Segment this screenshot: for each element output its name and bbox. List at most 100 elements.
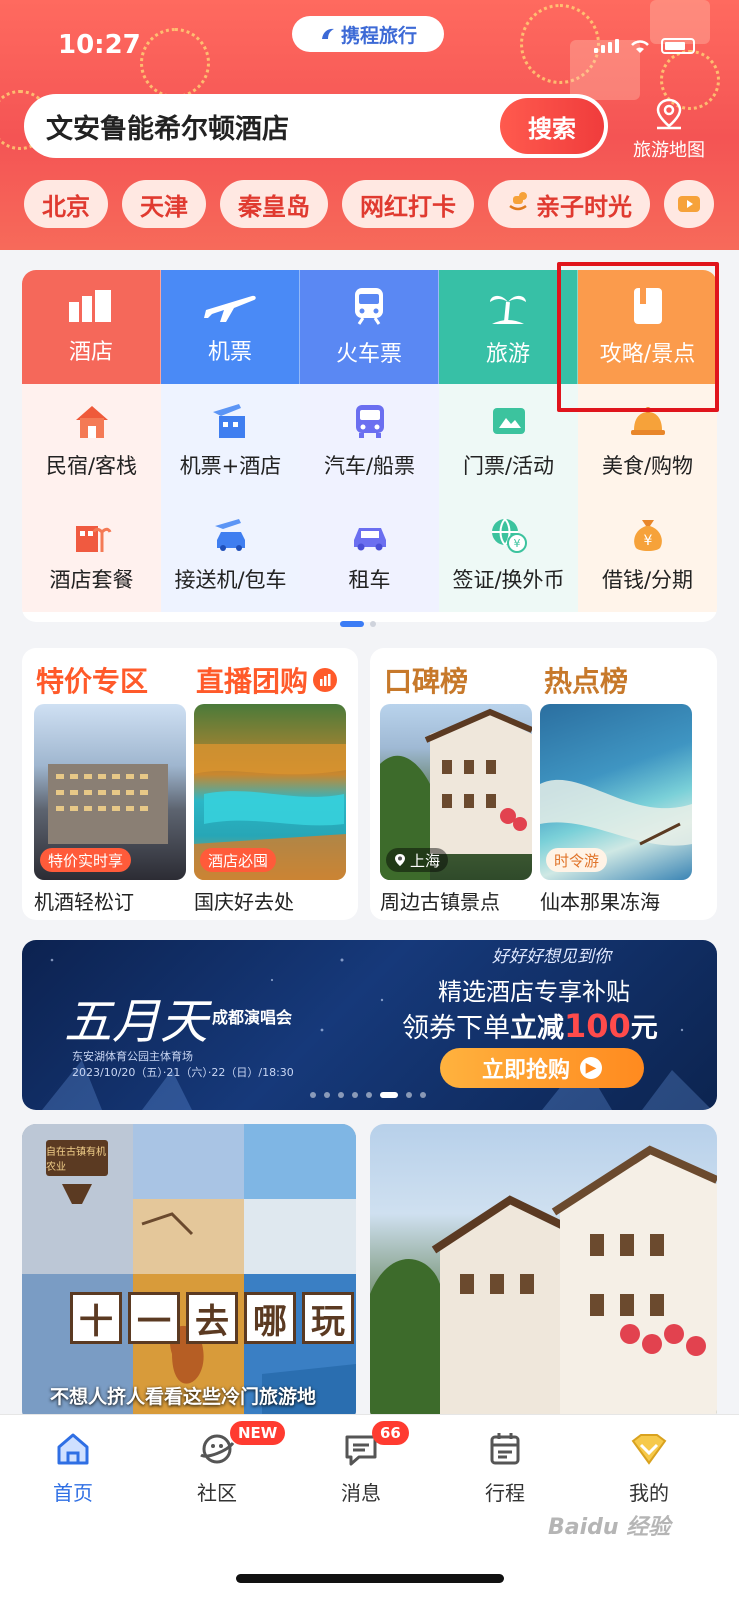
chip-beijing[interactable]: 北京 <box>24 180 108 228</box>
banner-venue-line1: 东安湖体育公园主体育场 <box>72 1050 193 1063</box>
service-car-rental-label: 租车 <box>348 568 391 592</box>
car-icon <box>353 528 386 551</box>
service-flight-label: 机票 <box>207 340 252 365</box>
service-loan[interactable]: ¥ 借钱/分期 <box>578 498 717 612</box>
banner-logo: 五月天 <box>64 994 209 1050</box>
thumb-caption[interactable]: 周边古镇景点 <box>380 886 500 915</box>
promo-title-live[interactable]: 直播团购 <box>196 660 338 700</box>
tab-home[interactable]: 首页 <box>18 1429 128 1506</box>
thumb-caption[interactable]: 国庆好去处 <box>194 886 294 915</box>
thumb-caption[interactable]: 机酒轻松订 <box>34 886 134 915</box>
arrow-right-icon: ▶ <box>580 1057 602 1079</box>
promo-title-deals[interactable]: 特价专区 <box>36 660 148 700</box>
feed-title-char: 去 <box>186 1292 238 1344</box>
banner-script: 好好好想见到你 <box>492 947 611 967</box>
service-bus-ship-label: 汽车/船票 <box>323 454 416 478</box>
tab-itinerary[interactable]: 行程 <box>450 1429 560 1506</box>
service-hotel[interactable]: 酒店 <box>22 270 161 384</box>
thumb-hotel-tower[interactable]: 特价实时享 <box>34 704 186 880</box>
tab-messages-label: 消息 <box>341 1481 381 1505</box>
hotel-icon <box>69 290 111 322</box>
svg-text:¥: ¥ <box>643 533 652 549</box>
banner-line2-a: 领券下单 <box>402 1013 510 1044</box>
baidu-watermark: Baidu 经验 <box>548 1515 671 1540</box>
service-food-shopping-label: 美食/购物 <box>601 454 694 478</box>
diamond-icon <box>631 1434 667 1465</box>
banner-line2-c: 100 <box>564 1007 631 1045</box>
thumb-caption[interactable]: 仙本那果冻海 <box>540 886 660 915</box>
tab-mine[interactable]: 我的 <box>594 1429 704 1506</box>
service-homestay[interactable]: 民宿/客栈 <box>22 384 161 498</box>
highlight-box <box>557 262 719 412</box>
promo-title-reputation[interactable]: 口碑榜 <box>384 660 468 700</box>
banner-line2-b: 立减 <box>510 1013 564 1044</box>
tab-home-label: 首页 <box>53 1481 93 1505</box>
feed-card-left[interactable]: 自在古镇有机农业 十 一 去 哪 玩 不想人挤人看看这些冷门旅游地 <box>22 1124 356 1424</box>
feed-title-char: 哪 <box>244 1292 296 1344</box>
dolphin-icon <box>321 28 334 39</box>
feed-title: 十 一 去 哪 玩 <box>70 1292 354 1344</box>
search-button[interactable]: 搜索 <box>500 98 604 154</box>
thumb-autumn-lake[interactable]: 酒店必囤 <box>194 704 346 880</box>
flight-hotel-icon <box>212 404 245 438</box>
service-hotel-package-label: 酒店套餐 <box>49 568 134 592</box>
chip-tianjin[interactable]: 天津 <box>122 180 206 228</box>
chip-video[interactable] <box>664 180 714 228</box>
search-bar[interactable]: 文安鲁能希尔顿酒店 搜索 <box>24 94 608 158</box>
tab-community[interactable]: 社区 NEW <box>162 1421 286 1506</box>
service-homestay-label: 民宿/客栈 <box>45 454 138 478</box>
banner-buy-label: 立即抢购 <box>481 1058 570 1083</box>
service-transfer[interactable]: 接送机/包车 <box>161 498 300 612</box>
home-indicator <box>236 1574 504 1583</box>
thumb-sea[interactable]: 时令游 <box>540 704 692 880</box>
chip-qinhuangdao[interactable]: 秦皇岛 <box>220 180 328 228</box>
thumb-tag: 时令游 <box>546 848 608 872</box>
service-travel-label: 旅游 <box>485 342 530 367</box>
service-train[interactable]: 火车票 <box>300 270 439 384</box>
location-pin-icon <box>395 854 405 866</box>
bus-icon <box>355 405 384 438</box>
money-bag-icon: ¥ <box>633 520 662 551</box>
thumb-tag: 特价实时享 <box>40 848 132 872</box>
service-hotel-label: 酒店 <box>68 340 113 365</box>
service-visa-exchange[interactable]: ¥ 签证/换外币 <box>439 498 578 612</box>
tab-itinerary-label: 行程 <box>485 1481 525 1505</box>
feed-title-char: 十 <box>70 1292 122 1344</box>
video-icon <box>678 196 700 212</box>
wifi-icon <box>631 40 649 53</box>
tab-messages[interactable]: 消息 66 <box>306 1421 416 1506</box>
thumb-old-town[interactable]: 上海 <box>380 704 532 880</box>
service-loan-label: 借钱/分期 <box>601 568 694 592</box>
concert-banner[interactable]: 五月天 成都演唱会 东安湖体育公园主体育场 2023/10/20（五）·21（六… <box>22 940 717 1110</box>
service-flight-hotel-label: 机票+酒店 <box>179 454 282 478</box>
live-bars-icon <box>313 668 338 692</box>
banner-venue: 东安湖体育公园主体育场 2023/10/20（五）·21（六）·22（日）/18… <box>72 1048 294 1080</box>
palm-tree-icon <box>490 295 526 324</box>
ctrip-home-screen: 10:27 携程旅行 文安鲁能希尔顿酒店 搜索 旅游地图 北京 天津 秦皇岛 网… <box>0 0 739 1600</box>
travel-map-button[interactable]: 旅游地图 <box>624 96 714 162</box>
promo-title-live-label: 直播团购 <box>196 665 309 698</box>
banner-venue-line2: 2023/10/20（五）·21（六）·22（日）/18:30 <box>72 1066 294 1079</box>
calendar-icon <box>490 1433 520 1465</box>
service-hotel-package[interactable]: 酒店套餐 <box>22 498 161 612</box>
service-bus-ship[interactable]: 汽车/船票 <box>300 384 439 498</box>
promo-title-hot[interactable]: 热点榜 <box>544 660 628 700</box>
brand-name: 携程旅行 <box>340 24 417 47</box>
chip-wanghong[interactable]: 网红打卡 <box>342 180 474 228</box>
banner-event: 成都演唱会 <box>212 1008 293 1027</box>
service-flight-hotel[interactable]: 机票+酒店 <box>161 384 300 498</box>
village-street-image <box>370 1145 717 1424</box>
brand-logo: 携程旅行 <box>292 16 444 52</box>
chip-family[interactable]: 亲子时光 <box>488 180 650 228</box>
tab-community-label: 社区 <box>197 1481 237 1505</box>
banner-line2-d: 元 <box>630 1013 658 1044</box>
service-train-label: 火车票 <box>335 342 402 367</box>
svg-text:¥: ¥ <box>513 537 520 550</box>
service-flight[interactable]: 机票 <box>161 270 300 384</box>
service-car-rental[interactable]: 租车 <box>300 498 439 612</box>
feed-card-right[interactable] <box>370 1124 717 1424</box>
banner-buy-button[interactable]: 立即抢购 ▶ <box>440 1048 644 1088</box>
travel-map-label: 旅游地图 <box>633 140 705 161</box>
hotel-package-icon <box>75 526 111 552</box>
city-chips: 北京 天津 秦皇岛 网红打卡 亲子时光 <box>24 180 714 228</box>
